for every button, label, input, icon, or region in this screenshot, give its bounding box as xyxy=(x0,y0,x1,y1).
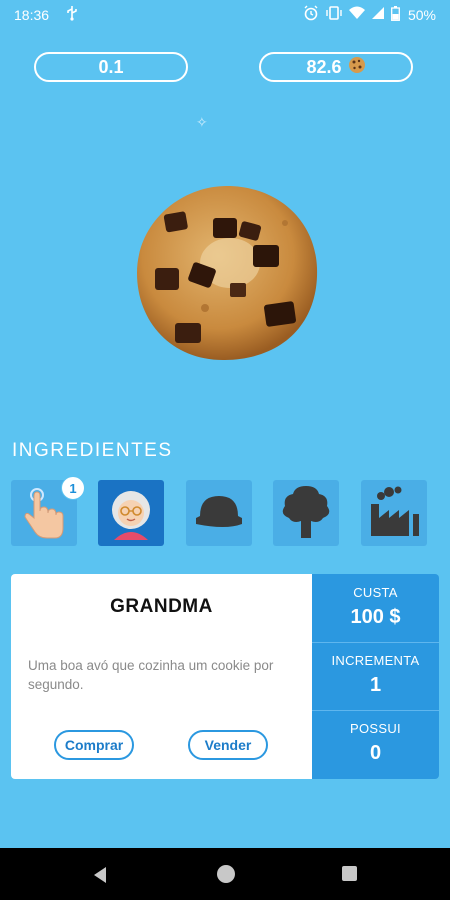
ingredient-cursor[interactable]: 1 xyxy=(11,476,85,546)
battery-percent: 50% xyxy=(407,6,436,23)
ingredient-count-badge: 1 xyxy=(61,476,85,500)
ingredients-list: 1 xyxy=(11,476,450,546)
silhouette-tree-icon xyxy=(282,486,330,538)
ingredient-stats: CUSTA 100 $ INCREMENTA 1 POSSUI 0 xyxy=(312,574,439,779)
status-bar: 18:36 50% xyxy=(0,0,450,30)
ingredient-grandma[interactable] xyxy=(98,480,164,546)
owned-label: POSSUI xyxy=(350,721,401,736)
ingredient-locked-tree[interactable] xyxy=(273,480,339,546)
silhouette-hat-icon xyxy=(196,496,242,527)
navigation-bar xyxy=(0,848,450,900)
cookies-per-second-counter: 0.1 xyxy=(34,52,188,82)
ingredient-info: GRANDMA Uma boa avó que cozinha um cooki… xyxy=(11,574,312,779)
big-cookie-button[interactable] xyxy=(135,183,320,363)
increment-stat: INCREMENTA 1 xyxy=(312,642,439,710)
usb-icon xyxy=(66,5,78,24)
ingredient-description: Uma boa avó que cozinha um cookie por se… xyxy=(28,658,274,692)
sell-button[interactable]: Vender xyxy=(188,730,268,760)
ingredient-detail-panel: GRANDMA Uma boa avó que cozinha um cooki… xyxy=(11,574,439,779)
silhouette-factory-icon xyxy=(371,486,419,536)
owned-stat: POSSUI 0 xyxy=(312,710,439,778)
owned-value: 0 xyxy=(369,742,382,764)
sparkle-icon: ✧ xyxy=(196,114,208,130)
cookie-total-counter: 82.6 xyxy=(259,52,413,82)
increment-label: INCREMENTA xyxy=(331,653,420,668)
ingredient-title: GRANDMA xyxy=(110,596,213,617)
grandma-icon xyxy=(112,491,150,540)
cookie-icon xyxy=(348,56,366,79)
big-cookie-icon xyxy=(137,186,318,361)
vibrate-icon xyxy=(325,5,343,24)
wifi-icon xyxy=(348,6,365,23)
cookies-per-second-value: 0.1 xyxy=(98,56,124,77)
signal-icon xyxy=(371,6,385,23)
back-icon[interactable] xyxy=(90,865,110,885)
battery-icon xyxy=(391,5,400,24)
recent-apps-icon[interactable] xyxy=(342,866,357,881)
buy-button[interactable]: Comprar xyxy=(54,730,134,760)
cost-label: CUSTA xyxy=(353,585,398,600)
ingredient-locked-factory[interactable] xyxy=(361,480,427,546)
ingredient-locked-hat[interactable] xyxy=(186,480,252,546)
cost-stat: CUSTA 100 $ xyxy=(312,574,439,642)
home-icon[interactable] xyxy=(217,865,235,883)
cookie-total-value: 82.6 xyxy=(306,56,342,77)
status-time: 18:36 xyxy=(14,7,50,23)
alarm-icon xyxy=(303,5,319,24)
cost-value: 100 $ xyxy=(350,606,401,628)
increment-value: 1 xyxy=(369,674,382,696)
section-title: INGREDIENTES xyxy=(12,440,173,461)
